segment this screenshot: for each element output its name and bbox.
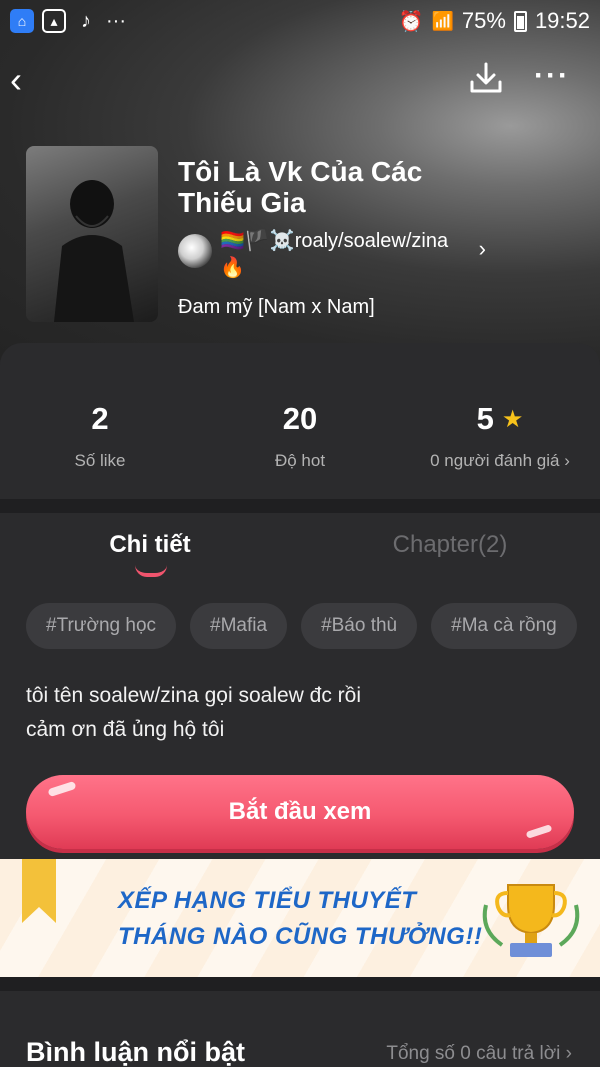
- alarm-icon: ⏰: [398, 10, 424, 33]
- back-button[interactable]: ‹: [10, 60, 44, 100]
- button-shine: [47, 780, 77, 798]
- description-line: cảm ơn đã ủng hộ tôi: [26, 718, 225, 741]
- wifi-icon: 📶: [431, 10, 454, 31]
- status-bar: ⌂ ▴ ♪ ··· ⏰ 📶 75% 19:52: [0, 0, 600, 42]
- rating-stat[interactable]: 5 ★ 0 người đánh giá ›: [400, 401, 600, 471]
- battery-icon: [513, 10, 527, 32]
- cover-illustration: [54, 180, 134, 322]
- genre-label: Đam mỹ [Nam x Nam]: [178, 296, 375, 318]
- stats-panel: 2 Số like 20 Độ hot 5 ★ 0 người đánh giá …: [0, 343, 600, 499]
- promo-banner[interactable]: XẾP HẠNG TIỂU THUYẾT THÁNG NÀO CŨNG THƯỞ…: [0, 859, 600, 977]
- author-name[interactable]: 🏳️‍🌈🏴☠️roaly/soalew/zina🔥: [220, 228, 450, 282]
- tag-chip[interactable]: #Ma cà rồng: [431, 603, 577, 649]
- gallery-icon: ▴: [42, 9, 66, 33]
- details-content: #Trường học #Mafia #Báo thù #Ma cà rồng …: [0, 583, 600, 859]
- section-divider: [0, 499, 600, 513]
- tiktok-icon: ♪: [81, 9, 91, 32]
- more-options-button[interactable]: ···: [534, 61, 570, 91]
- tag-chip[interactable]: #Mafia: [190, 603, 288, 649]
- comments-title: Bình luận nổi bật: [26, 1037, 245, 1067]
- download-icon[interactable]: [468, 60, 504, 96]
- comments-section: Bình luận nổi bật Tổng số 0 câu trả lời …: [0, 991, 600, 1067]
- banner-headline: XẾP HẠNG TIỂU THUYẾT: [118, 887, 417, 914]
- avatar[interactable]: [178, 234, 212, 268]
- tag-list: #Trường học #Mafia #Báo thù #Ma cà rồng: [26, 603, 577, 649]
- start-reading-button[interactable]: Bắt đầu xem: [26, 775, 574, 849]
- rating-count-link[interactable]: 0 người đánh giá ›: [400, 451, 600, 471]
- start-reading-label: Bắt đầu xem: [228, 798, 372, 825]
- active-tab-indicator: [135, 565, 167, 577]
- battery-percent: 75%: [461, 8, 506, 33]
- hot-stat: 20 Độ hot: [200, 401, 400, 471]
- tab-chapters[interactable]: Chapter(2): [300, 531, 600, 559]
- hot-label: Độ hot: [274, 451, 326, 470]
- tag-chip[interactable]: #Trường học: [26, 603, 177, 649]
- notification-dots: ···: [106, 9, 126, 32]
- likes-value: 2: [91, 401, 109, 436]
- description-line: tôi tên soalew/zina gọi soalew đc rồi: [26, 684, 362, 707]
- trophy-icon: [482, 884, 580, 957]
- description: tôi tên soalew/zina gọi soalew đc rồi cả…: [26, 679, 566, 747]
- tag-chip[interactable]: #Báo thù: [301, 603, 418, 649]
- app-store-icon: ⌂: [10, 9, 34, 33]
- likes-stat: 2 Số like: [0, 401, 200, 471]
- hot-value: 20: [282, 401, 318, 436]
- star-icon: ★: [501, 405, 524, 433]
- book-title: Tôi Là Vk Của Các Thiếu Gia: [178, 156, 423, 218]
- section-divider: [0, 977, 600, 991]
- tab-details[interactable]: Chi tiết: [0, 531, 300, 559]
- clock: 19:52: [534, 8, 590, 33]
- comments-count-link[interactable]: Tổng số 0 câu trả lời ›: [386, 1043, 572, 1065]
- chevron-right-icon[interactable]: ›: [479, 236, 486, 262]
- button-shine: [525, 824, 553, 839]
- banner-subline: THÁNG NÀO CŨNG THƯỞNG!!: [118, 923, 483, 950]
- book-cover: [26, 146, 158, 322]
- tab-bar: Chi tiết Chapter(2): [0, 513, 600, 583]
- rating-value: 5: [476, 401, 494, 436]
- likes-label: Số like: [74, 451, 126, 470]
- author-link[interactable]: 🏳️‍🌈🏴☠️roaly/soalew/zina🔥 ›: [178, 228, 498, 280]
